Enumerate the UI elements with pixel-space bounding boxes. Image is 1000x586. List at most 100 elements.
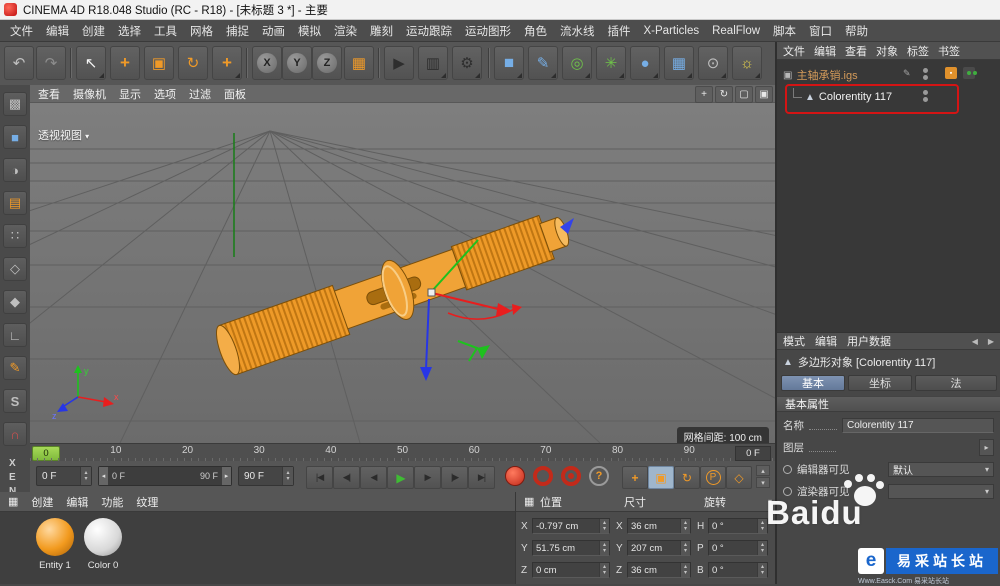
next-key-button[interactable]: |▶ [441, 466, 468, 489]
menubar-item-6[interactable]: 捕捉 [226, 23, 249, 39]
menubar-item-16[interactable]: X-Particles [644, 25, 700, 37]
array-button[interactable]: ▦ [664, 46, 694, 80]
jump-end-button[interactable]: ▶| [468, 466, 495, 489]
spinner[interactable]: ▴ ▾ [599, 563, 609, 577]
viewport-menu-item-3[interactable]: 选项 [154, 86, 176, 102]
add-cube-button[interactable]: ■ [494, 46, 524, 80]
spinner[interactable]: ▴ ▾ [680, 563, 690, 577]
viewport-menu-item-4[interactable]: 过滤 [189, 86, 211, 102]
spinner[interactable]: ▴ ▾ [599, 541, 609, 555]
menubar-item-0[interactable]: 文件 [10, 23, 33, 39]
menubar-item-1[interactable]: 编辑 [46, 23, 69, 39]
scroll-up-icon[interactable]: ▴ [756, 465, 770, 476]
screw-model[interactable] [210, 201, 577, 382]
menubar-item-13[interactable]: 角色 [524, 23, 547, 39]
coordinate-system-button[interactable]: ▦ [344, 46, 374, 80]
position-z-field[interactable]: 0 cm ▴ ▾ [532, 562, 610, 578]
render-view-button[interactable]: ▶ [384, 46, 414, 80]
viewport[interactable]: 查看 摄像机 显示 选项 过滤 面板 + ↻ ▢ ▣ y x z 透视视图 ▾ … [0, 85, 1000, 446]
animation-dot-icon[interactable] [783, 464, 792, 474]
viewport-menu-item-0[interactable]: 查看 [38, 86, 60, 102]
editor-visibility-dropdown[interactable]: 默认 ▾ [888, 461, 994, 477]
scroll-down-icon[interactable]: ▾ [756, 477, 770, 488]
end-frame-field[interactable]: 90 F ▴ ▾ [238, 466, 294, 486]
rotation-h-field[interactable]: 0 ° ▴ ▾ [708, 518, 768, 534]
frame-range-slider[interactable]: ◂ 0 F 90 F ▸ [98, 466, 232, 486]
range-left-handle[interactable]: ◂ [99, 467, 108, 485]
key-parameter-button[interactable]: P [700, 466, 726, 489]
edges-mode-button[interactable]: ◇ [3, 257, 27, 281]
position-x-field[interactable]: -0.797 cm ▴ ▾ [532, 518, 610, 534]
viewport-menu-item-2[interactable]: 显示 [119, 86, 141, 102]
mograph-button[interactable]: ✳ [596, 46, 626, 80]
current-frame-field[interactable]: 0 F ▴ ▾ [36, 466, 92, 486]
redo-button[interactable]: ↷ [36, 46, 66, 80]
key-rotation-button[interactable]: ↻ [674, 466, 700, 489]
prev-frame-button[interactable]: ◀ [360, 466, 387, 489]
live-selection-button[interactable]: ↖ [76, 46, 106, 80]
object-axis-button[interactable]: ∟ [3, 323, 27, 347]
menubar-item-17[interactable]: RealFlow [712, 25, 760, 37]
layer-flyout-button[interactable]: ▸ [979, 438, 994, 456]
render-region-button[interactable]: ▥ [418, 46, 448, 80]
render-settings-button[interactable]: ⚙ [452, 46, 482, 80]
spinner[interactable]: ▴ ▾ [757, 563, 767, 577]
play-button[interactable]: ▶ [387, 466, 414, 489]
viewport-canvas[interactable]: y x z 透视视图 ▾ 网格间距: 100 cm [0, 103, 1000, 446]
visibility-dots[interactable] [923, 90, 928, 102]
menubar-item-10[interactable]: 雕刻 [370, 23, 393, 39]
polygons-mode-button[interactable]: ◆ [3, 290, 27, 314]
menubar-item-7[interactable]: 动画 [262, 23, 285, 39]
record-button[interactable] [505, 466, 525, 486]
y-axis-lock-button[interactable]: Y [282, 46, 312, 80]
menubar-item-11[interactable]: 运动跟踪 [406, 23, 452, 39]
texture-tag-icon[interactable]: ▪ [945, 67, 957, 79]
timeline-ruler[interactable]: 0 10 20 30 40 50 60 70 80 90 0 F [30, 443, 775, 463]
om-menu-item-2[interactable]: 查看 [845, 43, 867, 59]
camera-button[interactable]: ⊙ [698, 46, 728, 80]
x-axis-lock-button[interactable]: X [252, 46, 282, 80]
last-tool-button[interactable]: + [212, 46, 242, 80]
prev-key-button[interactable]: ◀| [333, 466, 360, 489]
spinner[interactable]: ▴ ▾ [757, 541, 767, 555]
history-back-icon[interactable]: ◀ [972, 337, 978, 346]
keyframe-selection-button[interactable] [561, 466, 581, 486]
move-tool-button[interactable]: + [110, 46, 140, 80]
size-z-field[interactable]: 36 cm ▴ ▾ [627, 562, 691, 578]
viewport-menu-item-1[interactable]: 摄像机 [73, 86, 106, 102]
object-row-colorentity[interactable]: ▲ Colorentity 117 [783, 88, 892, 106]
pencil-icon[interactable]: ✎ [903, 68, 911, 79]
material-thumb-entity1[interactable] [36, 518, 74, 556]
am-menu-edit[interactable]: 编辑 [815, 333, 837, 349]
timeline-frame-field[interactable]: 0 F [735, 446, 771, 461]
undo-button[interactable]: ↶ [4, 46, 34, 80]
panel-grid-icon[interactable]: ▦ [524, 495, 534, 508]
normal-move-button[interactable]: ✎ [3, 356, 27, 380]
subdivision-surface-button[interactable]: ◎ [562, 46, 592, 80]
object-row-igs[interactable]: ▣ 主轴承销.igs [783, 66, 858, 84]
key-pla-button[interactable]: ◇ [726, 466, 752, 489]
menubar-item-5[interactable]: 网格 [190, 23, 213, 39]
autokey-button[interactable] [533, 466, 553, 486]
size-y-field[interactable]: 207 cm ▴ ▾ [627, 540, 691, 556]
workplane-mode-button[interactable]: ▤ [3, 191, 27, 215]
position-y-field[interactable]: 51.75 cm ▴ ▾ [532, 540, 610, 556]
rotation-p-field[interactable]: 0 ° ▴ ▾ [708, 540, 768, 556]
spinner[interactable]: ▴ ▾ [680, 519, 690, 533]
material-label[interactable]: Color 0 [78, 560, 128, 571]
viewport-3d-scene[interactable]: y x z [0, 103, 1000, 444]
menubar-item-3[interactable]: 选择 [118, 23, 141, 39]
material-thumb-color0[interactable] [84, 518, 122, 556]
menubar-item-20[interactable]: 帮助 [845, 23, 868, 39]
object-manager-tree[interactable]: ▣ 主轴承销.igs ✎ ▪ ▲ Colorentity 117 [777, 60, 1000, 333]
menubar-item-18[interactable]: 脚本 [773, 23, 796, 39]
om-menu-item-0[interactable]: 文件 [783, 43, 805, 59]
menubar-item-4[interactable]: 工具 [154, 23, 177, 39]
om-menu-item-3[interactable]: 对象 [876, 43, 898, 59]
range-right-handle[interactable]: ▸ [222, 467, 231, 485]
panel-grid-icon[interactable]: ▦ [8, 495, 18, 508]
viewport-maximize-icon[interactable]: ▣ [755, 86, 773, 103]
history-forward-icon[interactable]: ▶ [988, 337, 994, 346]
model-mode-button[interactable]: ■ [3, 125, 27, 149]
viewport-zoom-icon[interactable]: ▢ [735, 86, 753, 103]
